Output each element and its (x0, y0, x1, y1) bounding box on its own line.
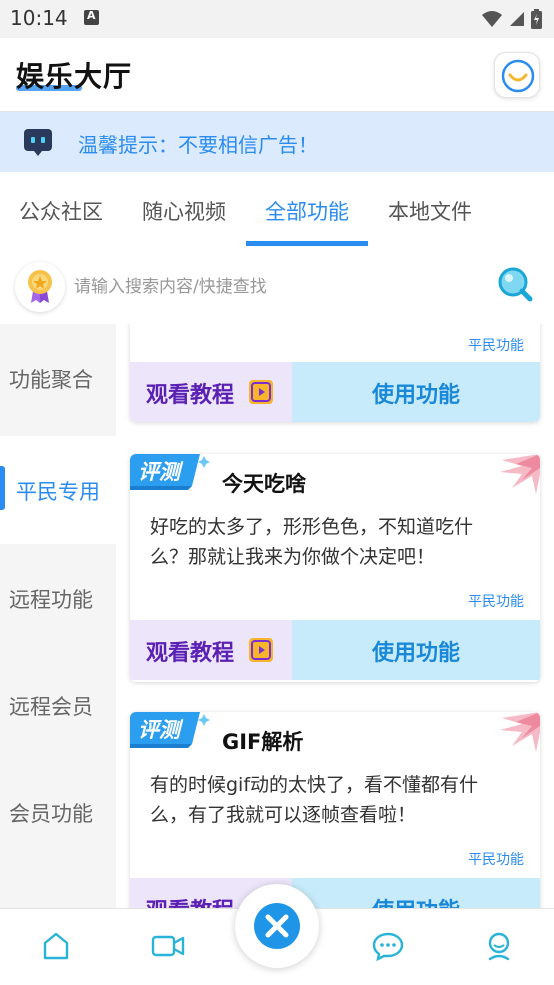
robot-icon (22, 127, 54, 161)
sidebar-item-civilian[interactable]: 平民专用 (0, 436, 116, 544)
function-card: 平民功能 观看教程 使用功能 (130, 324, 540, 422)
card-tag: 平民功能 (468, 338, 524, 354)
card-actions: 观看教程 使用功能 (130, 620, 540, 680)
sidebar-item-remote[interactable]: 远程功能 (0, 544, 116, 652)
app-header: 娱乐大厅 (0, 38, 554, 112)
watch-tutorial-button[interactable]: 观看教程 (130, 362, 292, 422)
card-description: 有的时候gif动的太快了，看不懂都有什么，有了我就可以逐帧查看啦！ (150, 774, 479, 826)
avatar[interactable] (494, 52, 540, 98)
sidebar-item-label: 功能聚合 (9, 368, 93, 392)
smile-icon (501, 59, 535, 93)
wifi-icon (481, 10, 503, 28)
use-function-label: 使用功能 (371, 383, 460, 408)
category-sidebar: 功能聚合 平民专用 远程功能 远程会员 会员功能 (0, 324, 116, 908)
video-icon[interactable] (151, 931, 185, 965)
card-tag: 平民功能 (468, 852, 524, 868)
tab-local-files[interactable]: 本地文件 (388, 196, 472, 226)
status-bar: 10:14 (0, 0, 554, 38)
function-list: 平民功能 观看教程 使用功能 评测 今天吃啥 好吃的太多了，形形色色，不知道吃什… (116, 324, 554, 908)
use-function-button[interactable]: 使用功能 (292, 362, 540, 422)
card-description: 好吃的太多了，形形色色，不知道吃什么？那就让我来为你做个决定吧！ (150, 516, 474, 568)
signal-icon (509, 11, 525, 27)
use-function-button[interactable]: 使用功能 (292, 878, 540, 908)
sidebar-item-member[interactable]: 会员功能 (0, 758, 116, 866)
watch-tutorial-button[interactable]: 观看教程 (130, 620, 292, 680)
battery-icon (531, 9, 542, 29)
review-badge-text: 评测 (138, 718, 184, 742)
card-actions: 观看教程 使用功能 (130, 878, 540, 908)
tab-community[interactable]: 公众社区 (19, 196, 103, 226)
search-bar (0, 252, 554, 318)
medal-icon[interactable] (15, 262, 65, 312)
tab-indicator (246, 241, 368, 246)
search-icon[interactable] (496, 265, 534, 307)
function-card: 评测 今天吃啥 好吃的太多了，形形色色，不知道吃什么？那就让我来为你做个决定吧！… (130, 454, 540, 682)
play-icon (249, 638, 273, 662)
status-time: 10:14 (10, 6, 68, 30)
function-card: 评测 GIF解析 有的时候gif动的太快了，看不懂都有什么，有了我就可以逐帧查看… (130, 712, 540, 908)
profile-icon[interactable] (485, 931, 513, 967)
play-icon (249, 380, 273, 404)
decoration-icon (492, 712, 540, 764)
sidebar-item-aggregate[interactable]: 功能聚合 (0, 324, 116, 432)
use-function-label: 使用功能 (371, 641, 460, 666)
notice-text: 温馨提示：不要相信广告！ (78, 133, 318, 157)
close-icon (254, 903, 300, 949)
close-button[interactable] (235, 884, 319, 968)
decoration-icon (492, 454, 540, 506)
watch-tutorial-label: 观看教程 (146, 641, 235, 666)
watch-tutorial-label: 观看教程 (146, 893, 234, 908)
sidebar-item-label: 远程功能 (9, 588, 93, 612)
watch-tutorial-label: 观看教程 (146, 383, 235, 408)
home-icon[interactable] (42, 931, 70, 965)
sidebar-item-label: 远程会员 (9, 695, 93, 719)
review-badge-text: 评测 (138, 460, 184, 484)
sidebar-item-label: 会员功能 (9, 802, 93, 826)
tab-videos[interactable]: 随心视频 (142, 196, 226, 226)
card-title: GIF解析 (222, 730, 304, 754)
page-title: 娱乐大厅 (16, 60, 133, 93)
card-title: 今天吃啥 (222, 472, 306, 496)
review-badge-icon: 评测 (130, 454, 210, 500)
status-icons (481, 8, 542, 30)
chat-icon[interactable] (372, 931, 404, 965)
notice-banner: 温馨提示：不要相信广告！ (0, 112, 554, 172)
sidebar-item-remote-member[interactable]: 远程会员 (0, 651, 116, 759)
search-input[interactable] (74, 274, 474, 300)
use-function-button[interactable]: 使用功能 (292, 620, 540, 680)
sidebar-item-label: 平民专用 (16, 480, 100, 504)
card-tag: 平民功能 (468, 594, 524, 610)
tab-all-functions[interactable]: 全部功能 (265, 196, 349, 226)
use-function-label: 使用功能 (292, 893, 540, 908)
card-actions: 观看教程 使用功能 (130, 362, 540, 422)
review-badge-icon: 评测 (130, 712, 210, 758)
notification-icon (84, 9, 99, 25)
tab-bar: 公众社区 随心视频 全部功能 本地文件 (0, 172, 554, 248)
